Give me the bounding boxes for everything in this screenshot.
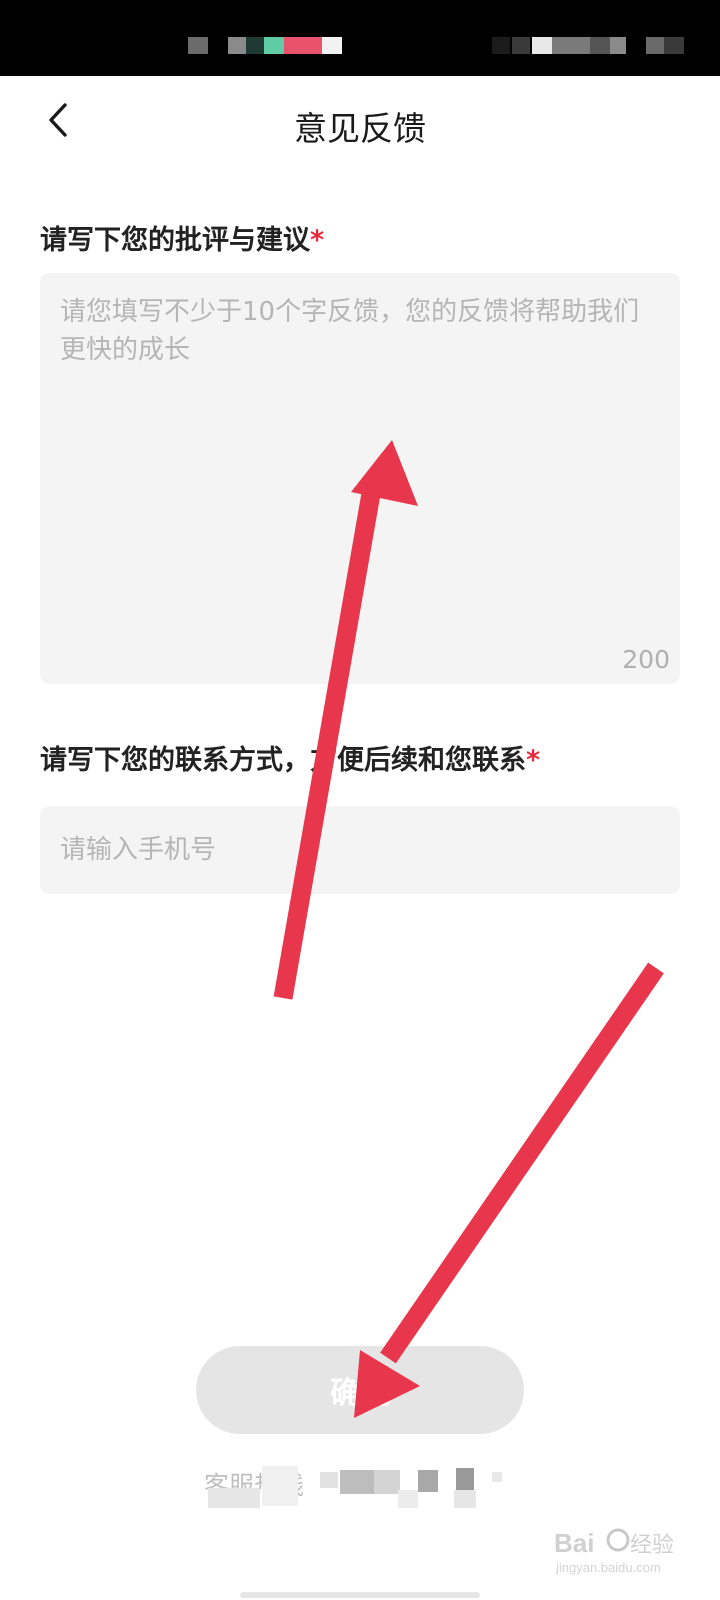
- status-icon: [492, 37, 510, 54]
- status-icon: [188, 37, 208, 54]
- redacted-block: [208, 1488, 260, 1508]
- page-title: 意见反馈: [294, 109, 426, 148]
- feedback-label-text: 请写下您的批评与建议: [40, 225, 310, 256]
- status-icon: [552, 37, 590, 54]
- watermark-logo: Bai 经验 jingyan.baidu.com: [554, 1528, 674, 1575]
- status-icon: [264, 37, 284, 54]
- status-icon: [512, 37, 530, 54]
- svg-text:Bai: Bai: [554, 1528, 594, 1558]
- home-indicator: [240, 1592, 480, 1598]
- redacted-block: [398, 1490, 418, 1508]
- contact-label: 请写下您的联系方式，方便后续和您联系*: [40, 738, 540, 777]
- char-limit-counter: 200: [622, 645, 670, 674]
- confirm-button[interactable]: 确定: [196, 1346, 524, 1434]
- feedback-textarea[interactable]: 请您填写不少于10个字反馈，您的反馈将帮助我们更快的成长 200: [40, 273, 680, 684]
- status-icon: [610, 37, 626, 54]
- status-bar: [0, 0, 720, 76]
- redacted-block: [456, 1468, 474, 1490]
- redacted-block: [374, 1470, 400, 1494]
- status-icon: [532, 37, 552, 54]
- redacted-block: [320, 1472, 338, 1488]
- contact-label-text: 请写下您的联系方式，方便后续和您联系: [40, 745, 526, 776]
- feedback-label: 请写下您的批评与建议*: [40, 218, 324, 257]
- redacted-block: [418, 1470, 438, 1492]
- redacted-block: [492, 1472, 502, 1482]
- redacted-block: [454, 1490, 476, 1508]
- required-mark: *: [526, 745, 541, 776]
- phone-input[interactable]: 请输入手机号: [40, 806, 680, 894]
- status-icon: [228, 37, 246, 54]
- status-icon: [646, 37, 664, 54]
- redacted-block: [340, 1470, 374, 1494]
- status-icon: [246, 37, 264, 54]
- required-mark: *: [310, 225, 325, 256]
- feedback-placeholder: 请您填写不少于10个字反馈，您的反馈将帮助我们更快的成长: [60, 297, 640, 365]
- status-icon: [590, 37, 610, 54]
- redacted-block: [262, 1466, 298, 1506]
- svg-text:经验: 经验: [630, 1532, 674, 1557]
- status-icon: [284, 37, 322, 54]
- nav-bar: 意见反馈: [0, 76, 720, 172]
- status-icon: [322, 37, 342, 54]
- status-icon: [664, 37, 684, 54]
- phone-placeholder: 请输入手机号: [60, 835, 217, 865]
- svg-text:jingyan.baidu.com: jingyan.baidu.com: [555, 1560, 661, 1575]
